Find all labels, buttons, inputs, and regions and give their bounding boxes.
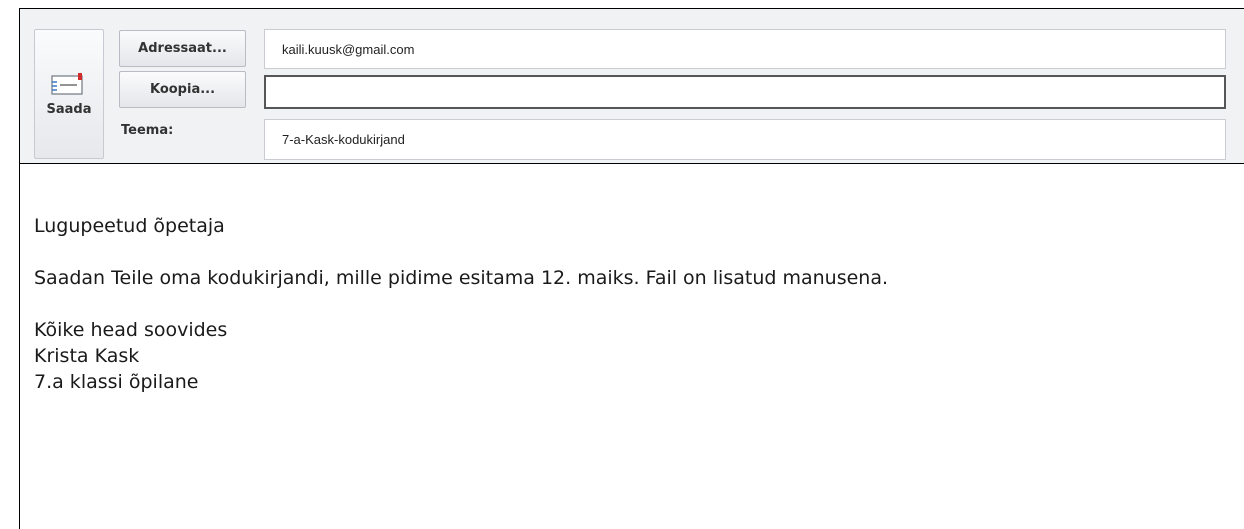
paragraph-line: Saadan Teile oma kodukirjandi, mille pid…	[34, 267, 889, 289]
compose-header: Saada Adressaat... Koopia... Teema:	[20, 9, 1244, 163]
sender-role: 7.a klassi õpilane	[34, 371, 199, 393]
cc-button[interactable]: Koopia...	[119, 71, 246, 108]
sender-name: Krista Kask	[34, 345, 140, 367]
send-label: Saada	[46, 101, 92, 117]
subject-field[interactable]	[264, 119, 1226, 160]
header-divider	[19, 163, 1244, 164]
envelope-send-icon	[51, 72, 83, 95]
subject-label: Teema:	[121, 123, 174, 138]
closing-line: Kõike head soovides	[34, 319, 228, 341]
greeting-line: Lugupeetud õpetaja	[34, 215, 225, 237]
cc-field[interactable]	[264, 75, 1226, 109]
to-field[interactable]	[264, 29, 1226, 69]
message-body[interactable]: Lugupeetud õpetaja Saadan Teile oma kodu…	[34, 213, 1224, 395]
to-button[interactable]: Adressaat...	[119, 30, 246, 67]
send-button[interactable]: Saada	[34, 29, 104, 159]
